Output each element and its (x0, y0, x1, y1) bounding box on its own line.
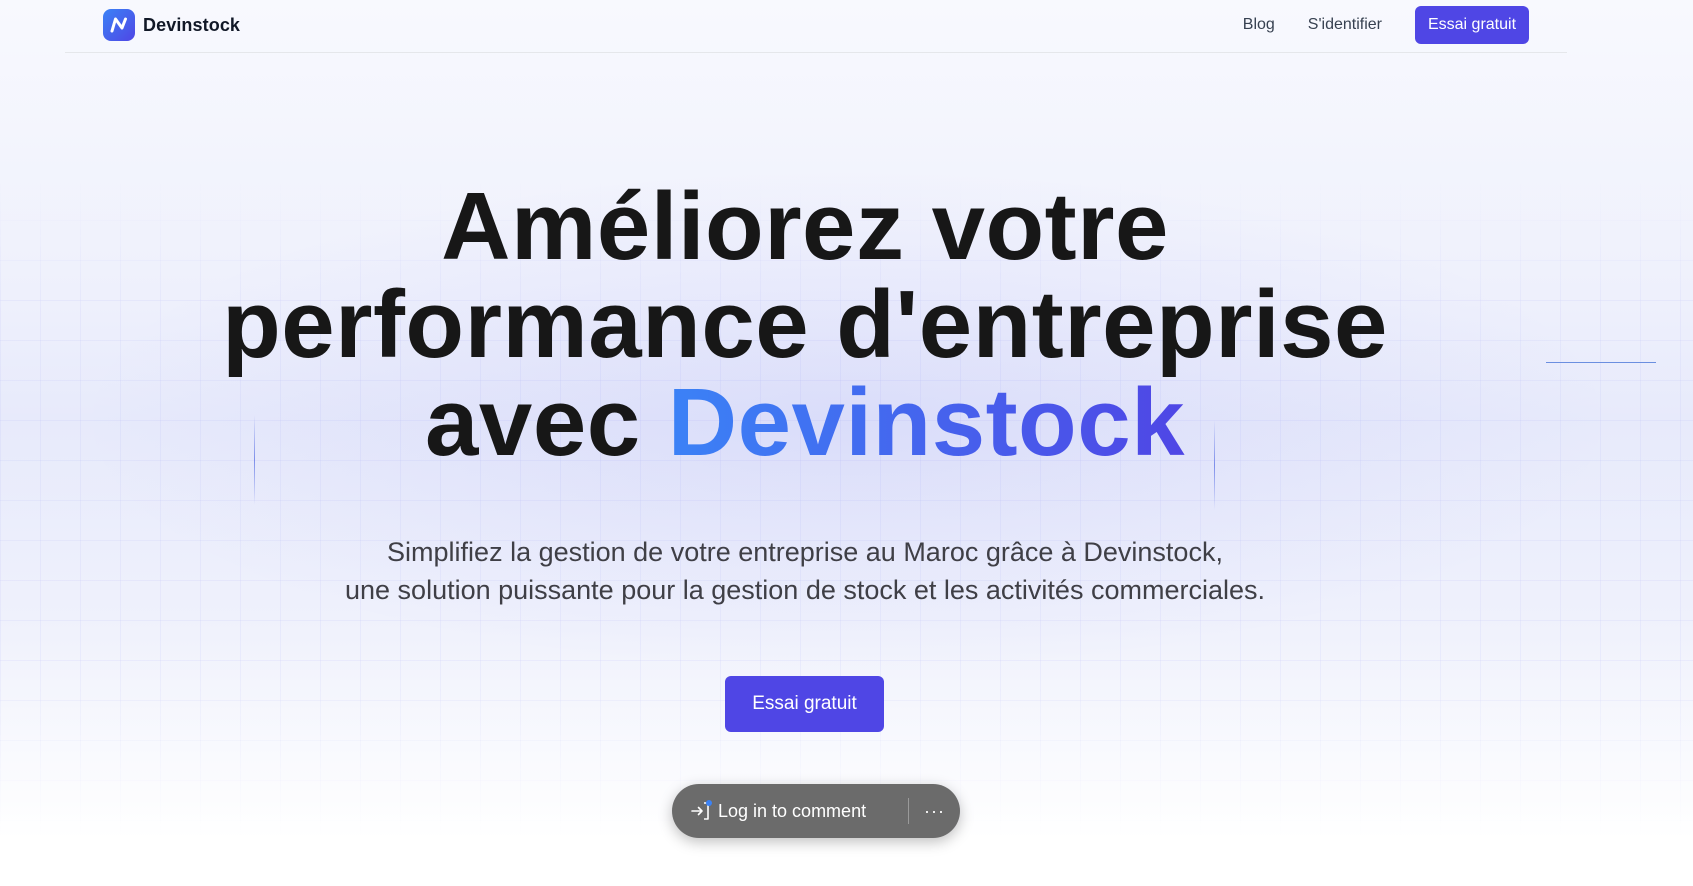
site-header: Devinstock Blog S'identifier Essai gratu… (65, 0, 1567, 53)
brand-name: Devinstock (143, 14, 241, 35)
login-to-comment-button[interactable]: Log in to comment (672, 784, 908, 838)
hero-title-prefix: avec (425, 369, 668, 476)
sign-in-icon (690, 800, 712, 822)
hero-title-highlight: Devinstock (667, 369, 1185, 476)
hero-title-line-2: performance d'entreprise (222, 271, 1388, 378)
comment-toolbar: Log in to comment ··· (672, 784, 960, 838)
devinstock-logo-icon (103, 9, 135, 41)
main-nav: Blog S'identifier Essai gratuit (1243, 6, 1529, 44)
login-to-comment-label: Log in to comment (718, 800, 867, 821)
header-free-trial-button[interactable]: Essai gratuit (1415, 6, 1529, 44)
hero-title-line-1: Améliorez votre (441, 173, 1169, 280)
more-options-icon[interactable]: ··· (909, 784, 960, 838)
hero-title: Améliorez votre performance d'entreprise… (0, 178, 1610, 472)
hero-subtitle-line-1: Simplifiez la gestion de votre entrepris… (387, 537, 1223, 567)
page: Devinstock Blog S'identifier Essai gratu… (0, 0, 1693, 886)
hero-title-line-3: avec Devinstock (0, 374, 1610, 472)
hero-subtitle: Simplifiez la gestion de votre entrepris… (0, 533, 1610, 609)
brand-logo-link[interactable]: Devinstock (103, 9, 240, 41)
nav-blog-link[interactable]: Blog (1243, 16, 1275, 34)
hero-free-trial-button[interactable]: Essai gratuit (725, 676, 884, 732)
hero-subtitle-line-2: une solution puissante pour la gestion d… (345, 575, 1265, 605)
nav-login-link[interactable]: S'identifier (1308, 16, 1382, 34)
